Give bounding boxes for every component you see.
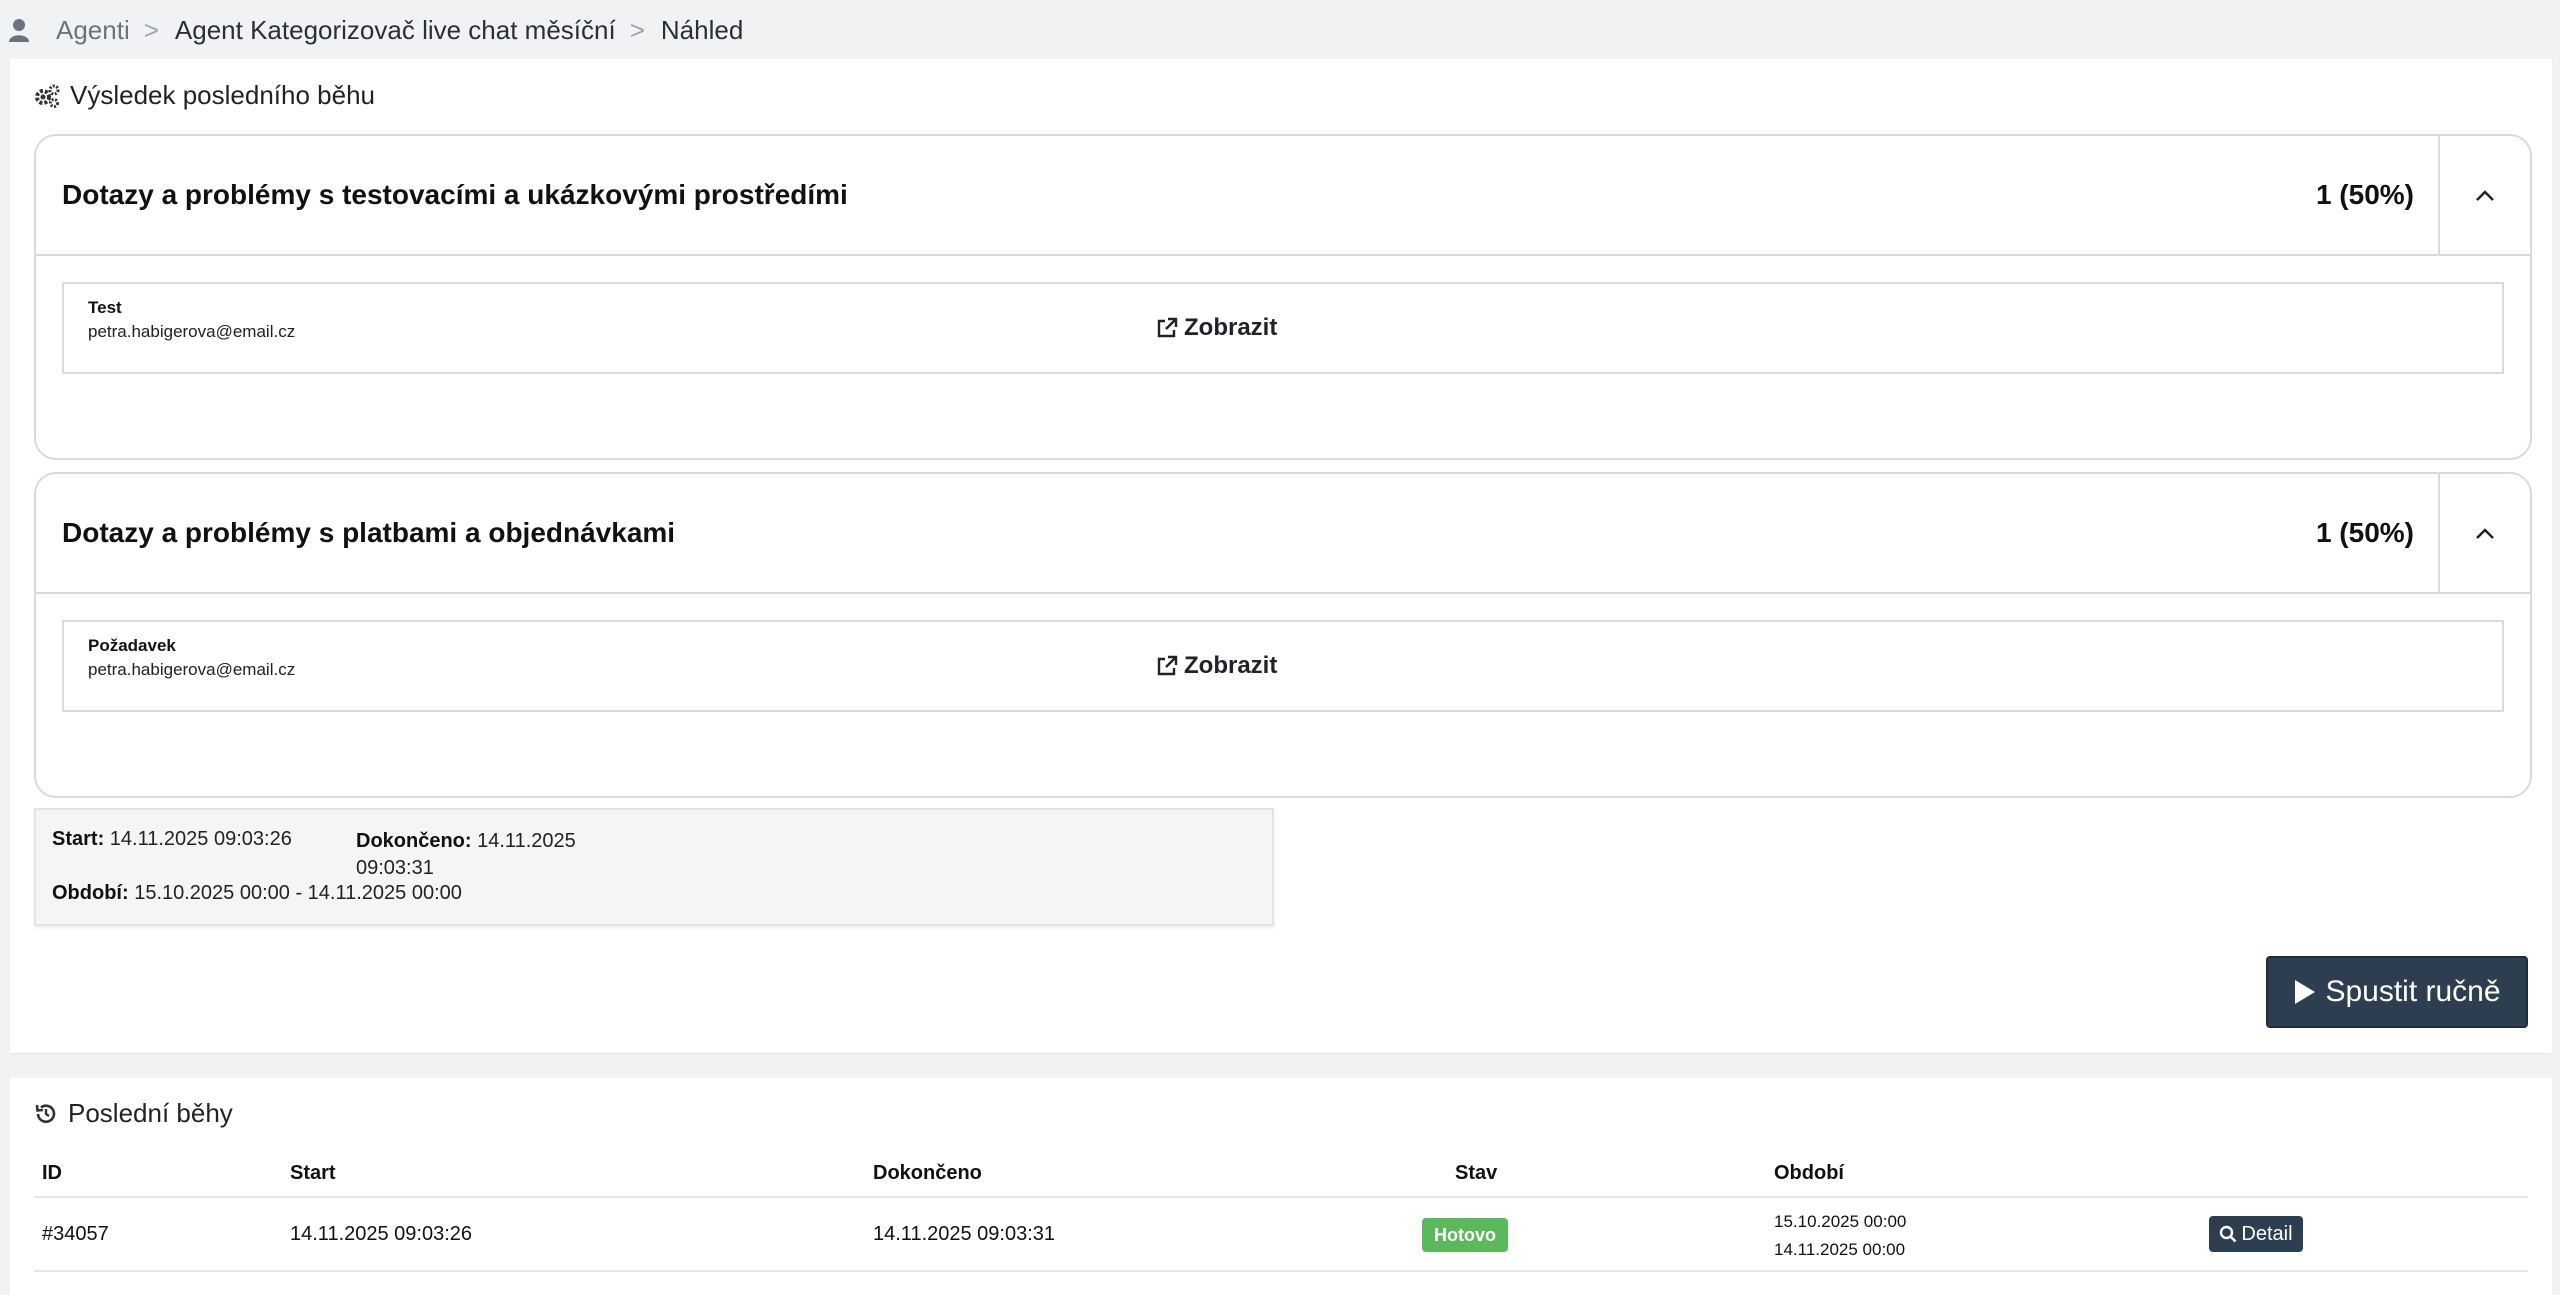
item-name: Test — [88, 298, 122, 317]
status-badge: Hotovo — [1422, 1218, 1508, 1252]
list-item: Test petra.habigerova@email.cz Zobrazit — [62, 282, 2504, 374]
column-header-period: Období — [1774, 1162, 1844, 1184]
run-manually-button[interactable]: Spustit ručně — [2266, 956, 2528, 1028]
collapse-toggle[interactable] — [2438, 474, 2530, 592]
search-icon — [2220, 1225, 2237, 1243]
item-email: petra.habigerova@email.cz — [88, 660, 296, 679]
run-period: Období: 15.10.2025 00:00 - 14.11.2025 00… — [52, 882, 462, 905]
view-link[interactable]: Zobrazit — [1156, 622, 1277, 710]
table-divider — [34, 1270, 2528, 1272]
category-title: Dotazy a problémy s platbami a objednávk… — [62, 517, 676, 548]
run-start-label: Start: — [52, 828, 105, 850]
play-icon — [2295, 980, 2316, 1004]
column-header-done: Dokončeno — [873, 1162, 982, 1184]
section-title-last-run: Výsledek posledního běhu — [34, 80, 375, 111]
category-header[interactable]: Dotazy a problémy s testovacími a ukázko… — [36, 136, 2530, 256]
column-header-start: Start — [290, 1162, 336, 1184]
view-link-label: Zobrazit — [1184, 314, 1278, 341]
category-count: 1 (50%) — [2315, 517, 2414, 548]
category-count: 1 (50%) — [2315, 179, 2414, 210]
category-panel: Dotazy a problémy s platbami a objednávk… — [34, 472, 2532, 798]
run-manually-label: Spustit ručně — [2325, 975, 2501, 1008]
run-done-label: Dokončeno: — [356, 830, 472, 852]
list-item: Požadavek petra.habigerova@email.cz Zobr… — [62, 620, 2504, 712]
view-link-label: Zobrazit — [1184, 652, 1278, 679]
period-to: 14.11.2025 00:00 — [1774, 1240, 1906, 1259]
period-from: 15.10.2025 00:00 — [1774, 1212, 1907, 1231]
cell-start: 14.11.2025 09:03:26 — [290, 1223, 473, 1245]
run-start-value: 14.11.2025 09:03:26 — [109, 828, 292, 850]
breadcrumb-item-agents[interactable]: Agenti — [56, 15, 130, 46]
section-title-recent-runs: Poslední běhy — [34, 1098, 233, 1129]
user-icon — [9, 19, 29, 42]
collapse-toggle[interactable] — [2438, 136, 2530, 254]
external-link-icon — [1157, 655, 1178, 676]
detail-button[interactable]: Detail — [2209, 1216, 2303, 1252]
detail-button-label: Detail — [2241, 1222, 2293, 1245]
breadcrumb-item-agent[interactable]: Agent Kategorizovač live chat měsíční — [175, 15, 616, 46]
run-period-value: 15.10.2025 00:00 - 14.11.2025 00:00 — [134, 882, 462, 904]
breadcrumb: Agenti > Agent Kategorizovač live chat m… — [0, 0, 2560, 60]
category-panel: Dotazy a problémy s testovacími a ukázko… — [34, 134, 2532, 460]
history-icon — [35, 1103, 56, 1123]
category-header[interactable]: Dotazy a problémy s platbami a objednávk… — [36, 474, 2530, 594]
cogs-icon — [35, 84, 60, 108]
run-info-box: Start: 14.11.2025 09:03:26 Dokončeno: 14… — [34, 808, 1274, 926]
external-link-icon — [1157, 317, 1178, 338]
column-header-status: Stav — [1455, 1162, 1498, 1184]
view-link[interactable]: Zobrazit — [1156, 284, 1277, 372]
run-period-label: Období: — [52, 882, 129, 904]
chevron-up-icon — [2476, 528, 2494, 539]
cell-period: 15.10.2025 00:00 14.11.2025 00:00 — [1774, 1208, 1906, 1264]
breadcrumb-separator: > — [629, 14, 645, 45]
category-title: Dotazy a problémy s testovacími a ukázko… — [62, 179, 848, 210]
breadcrumb-separator: > — [143, 14, 159, 45]
run-done: Dokončeno: 14.11.2025 09:03:31 — [356, 828, 606, 882]
column-header-id: ID — [42, 1162, 62, 1184]
item-email: petra.habigerova@email.cz — [88, 322, 296, 341]
cell-id: #34057 — [42, 1223, 109, 1245]
chevron-up-icon — [2476, 190, 2494, 201]
run-start: Start: 14.11.2025 09:03:26 — [52, 828, 292, 851]
section-title-text: Výsledek posledního běhu — [70, 80, 376, 110]
item-name: Požadavek — [88, 636, 176, 655]
recent-runs-title-text: Poslední běhy — [68, 1098, 233, 1128]
breadcrumb-item-current: Náhled — [660, 14, 744, 45]
cell-done: 14.11.2025 09:03:31 — [873, 1223, 1056, 1245]
